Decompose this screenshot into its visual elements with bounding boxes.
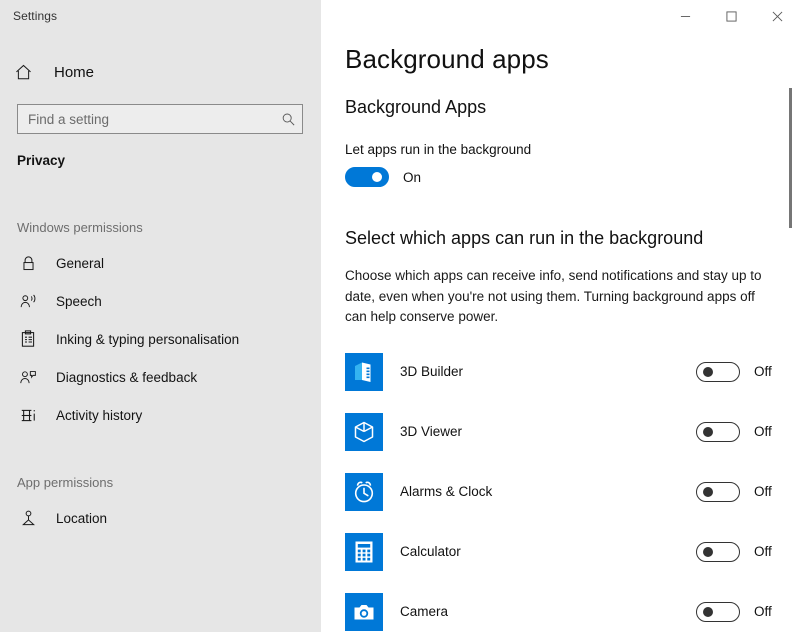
sidebar-group-heading: App permissions bbox=[17, 475, 114, 490]
app-toggle-row: Off bbox=[696, 481, 778, 502]
window-controls bbox=[662, 0, 800, 32]
app-toggle-row: Off bbox=[696, 421, 778, 442]
list-section-description: Choose which apps can receive info, send… bbox=[345, 268, 762, 324]
sidebar-item-speech[interactable]: Speech bbox=[0, 282, 321, 320]
location-pin-icon bbox=[16, 509, 40, 527]
camera-icon bbox=[345, 592, 383, 631]
app-name: 3D Viewer bbox=[400, 424, 463, 439]
clipboard-pen-icon bbox=[16, 330, 40, 348]
person-feedback-icon bbox=[16, 369, 40, 386]
search-box[interactable] bbox=[17, 104, 303, 134]
maximize-button[interactable] bbox=[708, 0, 754, 32]
list-item[interactable]: Camera Off bbox=[345, 582, 800, 632]
search-input[interactable] bbox=[28, 111, 281, 127]
app-name: 3D Builder bbox=[400, 364, 464, 379]
master-toggle-label: Let apps run in the background bbox=[345, 142, 532, 157]
3d-viewer-icon bbox=[345, 412, 383, 451]
app-name: Alarms & Clock bbox=[400, 484, 493, 499]
app-toggle-state: Off bbox=[754, 484, 772, 499]
alarm-clock-icon bbox=[345, 472, 383, 511]
sidebar-item-activity-history[interactable]: Activity history bbox=[0, 396, 321, 434]
sidebar-group-heading: Windows permissions bbox=[17, 220, 143, 235]
page-title: Background apps bbox=[345, 44, 549, 74]
sidebar-item-home-label: Home bbox=[54, 63, 95, 81]
main-content: Background apps Background Apps Let apps… bbox=[321, 0, 800, 632]
app-background-toggle[interactable] bbox=[696, 481, 740, 502]
sidebar-item-diagnostics-feedback-label: Diagnostics & feedback bbox=[56, 369, 198, 385]
sidebar: Settings Home Privacy Windows bbox=[0, 0, 321, 632]
section-title: Background Apps bbox=[345, 97, 487, 117]
list-item[interactable]: Alarms & Clock Off bbox=[345, 462, 800, 522]
app-name: Calculator bbox=[400, 544, 461, 559]
3d-builder-icon bbox=[345, 352, 383, 391]
toggle-knob bbox=[703, 426, 713, 437]
sidebar-category-title: Privacy bbox=[17, 153, 66, 168]
sidebar-item-location[interactable]: Location bbox=[0, 499, 321, 537]
app-toggle-state: Off bbox=[754, 604, 772, 619]
sidebar-group-app-permissions: App permissions Location bbox=[0, 475, 321, 537]
master-toggle-state: On bbox=[403, 169, 422, 185]
let-apps-run-toggle[interactable] bbox=[345, 167, 389, 187]
app-title: Settings bbox=[13, 9, 58, 23]
app-background-toggle[interactable] bbox=[696, 541, 740, 562]
sidebar-item-general-label: General bbox=[56, 255, 105, 271]
app-background-toggle[interactable] bbox=[696, 601, 740, 622]
list-item[interactable]: 3D Builder Off bbox=[345, 342, 800, 402]
app-toggle-row: Off bbox=[696, 541, 778, 562]
master-toggle-row: On bbox=[345, 167, 800, 187]
minimize-button[interactable] bbox=[662, 0, 708, 32]
toggle-knob bbox=[703, 366, 713, 377]
person-speaking-icon bbox=[16, 293, 40, 310]
calculator-icon bbox=[345, 532, 383, 571]
sidebar-item-activity-history-label: Activity history bbox=[56, 407, 143, 423]
toggle-knob bbox=[703, 486, 713, 497]
title-bar: Settings bbox=[0, 0, 321, 32]
app-toggle-state: Off bbox=[754, 544, 772, 559]
scrollbar-thumb[interactable] bbox=[789, 88, 792, 228]
list-section-title: Select which apps can run in the backgro… bbox=[345, 228, 704, 248]
toggle-knob bbox=[372, 172, 382, 182]
app-toggle-row: Off bbox=[696, 601, 778, 622]
sidebar-item-home[interactable]: Home bbox=[0, 52, 321, 92]
settings-window: Settings Home Privacy Windows bbox=[0, 0, 800, 632]
home-icon bbox=[14, 63, 40, 82]
vertical-scrollbar[interactable] bbox=[784, 32, 798, 632]
sidebar-item-diagnostics-feedback[interactable]: Diagnostics & feedback bbox=[0, 358, 321, 396]
app-background-toggle[interactable] bbox=[696, 421, 740, 442]
search-icon[interactable] bbox=[281, 112, 296, 127]
close-button[interactable] bbox=[754, 0, 800, 32]
list-item[interactable]: 3D Viewer Off bbox=[345, 402, 800, 462]
sidebar-item-general[interactable]: General bbox=[0, 244, 321, 282]
app-toggle-row: Off bbox=[696, 361, 778, 382]
page-body: Background apps Background Apps Let apps… bbox=[321, 44, 800, 632]
app-name: Camera bbox=[400, 604, 449, 619]
activity-history-icon bbox=[16, 407, 40, 424]
toggle-knob bbox=[703, 606, 713, 617]
app-toggle-state: Off bbox=[754, 364, 772, 379]
sidebar-group-windows-permissions: Windows permissions General Speech Inkin… bbox=[0, 220, 321, 434]
app-background-toggle[interactable] bbox=[696, 361, 740, 382]
lock-icon bbox=[16, 255, 40, 272]
list-item[interactable]: Calculator Off bbox=[345, 522, 800, 582]
sidebar-item-speech-label: Speech bbox=[56, 293, 102, 309]
sidebar-item-inking-typing-personalisation[interactable]: Inking & typing personalisation bbox=[0, 320, 321, 358]
app-toggle-state: Off bbox=[754, 424, 772, 439]
background-apps-list: 3D Builder Off 3D Viewer Off Alarms & Cl… bbox=[333, 342, 800, 632]
toggle-knob bbox=[703, 546, 713, 557]
sidebar-item-inking-typing-personalisation-label: Inking & typing personalisation bbox=[56, 331, 240, 347]
sidebar-item-location-label: Location bbox=[56, 510, 108, 526]
